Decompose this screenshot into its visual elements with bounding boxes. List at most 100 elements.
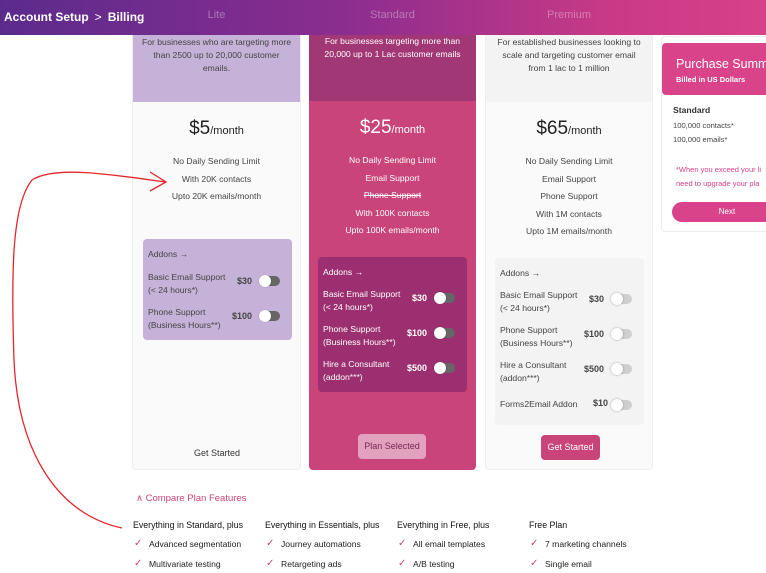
summary-contacts: 100,000 contacts* <box>673 121 734 130</box>
addons-panel: Addons → Basic Email Support (< 24 hours… <box>318 257 467 392</box>
addon-label: Phone Support (Business Hours**) <box>500 325 573 348</box>
plan-description: For businesses targeting more than 20,00… <box>324 36 461 59</box>
compare-column: Everything in Free, plus ✓ All email temp… <box>397 520 489 573</box>
addons-title: Addons → <box>500 268 541 278</box>
addon-label: Phone Support (Business Hours**) <box>148 307 221 330</box>
addon-row-phone-support: Phone Support (Business Hours**) $100 <box>148 306 286 330</box>
plan-card-standard[interactable]: For businesses targeting more than 20,00… <box>309 0 476 470</box>
compare-plan-features-toggle[interactable]: ∧ Compare Plan Features <box>136 493 246 504</box>
compare-column: Everything in Standard, plus ✓ Advanced s… <box>133 520 243 573</box>
summary-plan-name: Standard <box>673 105 711 115</box>
plan-selected-button[interactable]: Plan Selected <box>358 434 426 459</box>
addon-price: $100 <box>406 328 427 338</box>
plan-description: For businesses who are targeting more th… <box>141 37 292 73</box>
check-icon: ✓ <box>530 538 539 549</box>
get-started-button-premium[interactable]: Get Started <box>541 435 600 460</box>
plan-features: No Daily Sending Limit Email Support Pho… <box>309 152 476 240</box>
addon-label: Basic Email Support (< 24 hours*) <box>323 289 401 312</box>
compare-column-header: Everything in Standard, plus <box>133 520 244 530</box>
addon-label: Phone Support (Business Hours**) <box>323 324 396 347</box>
compare-column: Free Plan ✓ 7 marketing channels ✓ Single … <box>529 520 627 573</box>
addon-row-email-support: Basic Email Support (< 24 hours*) $30 <box>148 271 286 295</box>
plan-price: $5/month <box>189 118 244 139</box>
feature-item: No Daily Sending Limit <box>173 156 260 166</box>
chevron-right-icon: > <box>94 10 102 24</box>
addon-row-consultant: Hire a Consultant (addon***) $500 <box>323 358 461 382</box>
plan-name-standard: Standard <box>370 9 415 21</box>
addon-label: Basic Email Support (< 24 hours*) <box>500 290 578 313</box>
compare-item: ✓ Single email <box>530 558 592 569</box>
addons-title: Addons → <box>323 267 364 277</box>
plan-card-lite[interactable]: For businesses who are targeting more th… <box>132 0 301 470</box>
purchase-summary-header: Purchase Summ Billed in US Dollars <box>662 43 766 95</box>
addon-toggle[interactable] <box>259 310 280 322</box>
summary-note: *When you exceed your li need to upgrade… <box>676 165 762 188</box>
addon-toggle[interactable] <box>611 399 632 411</box>
addon-toggle[interactable] <box>434 292 455 304</box>
addon-toggle[interactable] <box>434 327 455 339</box>
compare-column: Everything in Essentials, plus ✓ Journey … <box>265 520 379 573</box>
get-started-button-lite[interactable]: Get Started <box>181 441 253 466</box>
addon-toggle[interactable] <box>611 293 632 305</box>
compare-column-header: Free Plan <box>529 520 568 530</box>
compare-item: ✓ 7 marketing channels <box>530 538 627 549</box>
compare-item: ✓ Journey automations <box>266 538 361 549</box>
feature-item: Phone Support <box>363 190 422 201</box>
addons-panel: Addons → Basic Email Support (< 24 hours… <box>143 239 292 340</box>
check-icon: ✓ <box>134 558 143 569</box>
breadcrumb: Account Setup > Billing <box>4 10 144 24</box>
addon-row-email-support: Basic Email Support (< 24 hours*) $30 <box>323 288 461 312</box>
feature-item: Upto 100K emails/month <box>345 225 440 236</box>
compare-item: ✓ All email templates <box>398 538 486 549</box>
addon-label: Hire a Consultant (addon***) <box>500 360 567 383</box>
addon-toggle[interactable] <box>434 362 455 374</box>
feature-item: No Daily Sending Limit <box>349 155 436 165</box>
purchase-summary: Purchase Summ Billed in US Dollars Stand… <box>661 36 766 232</box>
addon-toggle[interactable] <box>259 275 280 287</box>
addons-title: Addons → <box>148 249 189 259</box>
feature-item: Phone Support <box>540 191 598 202</box>
addon-price: $30 <box>236 276 252 286</box>
summary-emails: 100,000 emails* <box>673 135 728 144</box>
billing-currency: Billed in US Dollars <box>676 75 746 84</box>
addon-row-forms2email: Forms2Email Addon $10 <box>500 398 638 422</box>
addon-toggle[interactable] <box>611 363 632 375</box>
compare-item: ✓ Multivariate testing <box>134 558 221 569</box>
plan-name-premium: Premium <box>546 9 591 21</box>
plan-name-lite: Lite <box>207 9 226 21</box>
addon-toggle[interactable] <box>611 328 632 340</box>
check-icon: ✓ <box>134 538 143 549</box>
addon-price: $30 <box>411 293 427 303</box>
check-icon: ✓ <box>266 558 275 569</box>
plan-price: $65/month <box>536 118 602 139</box>
compare-column-header: Everything in Essentials, plus <box>265 520 380 530</box>
addons-panel: Addons → Basic Email Support (< 24 hours… <box>495 258 644 425</box>
addon-price: $100 <box>231 311 252 321</box>
plan-price: $25/month <box>359 117 426 138</box>
compare-item: ✓ Retargeting ads <box>266 558 342 569</box>
addon-label: Forms2Email Addon <box>500 399 578 409</box>
addon-row-consultant: Hire a Consultant (addon***) $500 <box>500 359 638 383</box>
addon-row-phone-support: Phone Support (Business Hours**) $100 <box>500 324 638 348</box>
breadcrumb-account-setup[interactable]: Account Setup <box>4 10 89 24</box>
feature-item: Upto 1M emails/month <box>526 226 612 237</box>
plan-features: No Daily Sending Limit Email Support Pho… <box>486 153 652 241</box>
addon-price: $10 <box>592 398 608 408</box>
plan-card-premium[interactable]: For established businesses looking to sc… <box>485 0 653 470</box>
feature-item: With 1M contacts <box>536 208 602 219</box>
addon-row-email-support: Basic Email Support (< 24 hours*) $30 <box>500 289 638 313</box>
addon-price: $500 <box>406 363 427 373</box>
addon-price: $500 <box>583 364 604 374</box>
compare-item: ✓ Advanced segmentation <box>134 538 242 549</box>
billing-page: For businesses who are targeting more th… <box>0 0 766 573</box>
next-button[interactable]: Next <box>672 202 766 222</box>
addon-label: Hire a Consultant (addon***) <box>323 359 390 382</box>
check-icon: ✓ <box>398 538 407 549</box>
feature-item: With 100K contacts <box>355 207 430 218</box>
plan-description: For established businesses looking to sc… <box>497 37 641 73</box>
addon-row-phone-support: Phone Support (Business Hours**) $100 <box>323 323 461 347</box>
feature-item: Upto 20K emails/month <box>171 191 262 202</box>
check-icon: ✓ <box>530 558 539 569</box>
feature-item: Email Support <box>542 173 596 184</box>
addon-label: Basic Email Support (< 24 hours*) <box>148 272 226 295</box>
